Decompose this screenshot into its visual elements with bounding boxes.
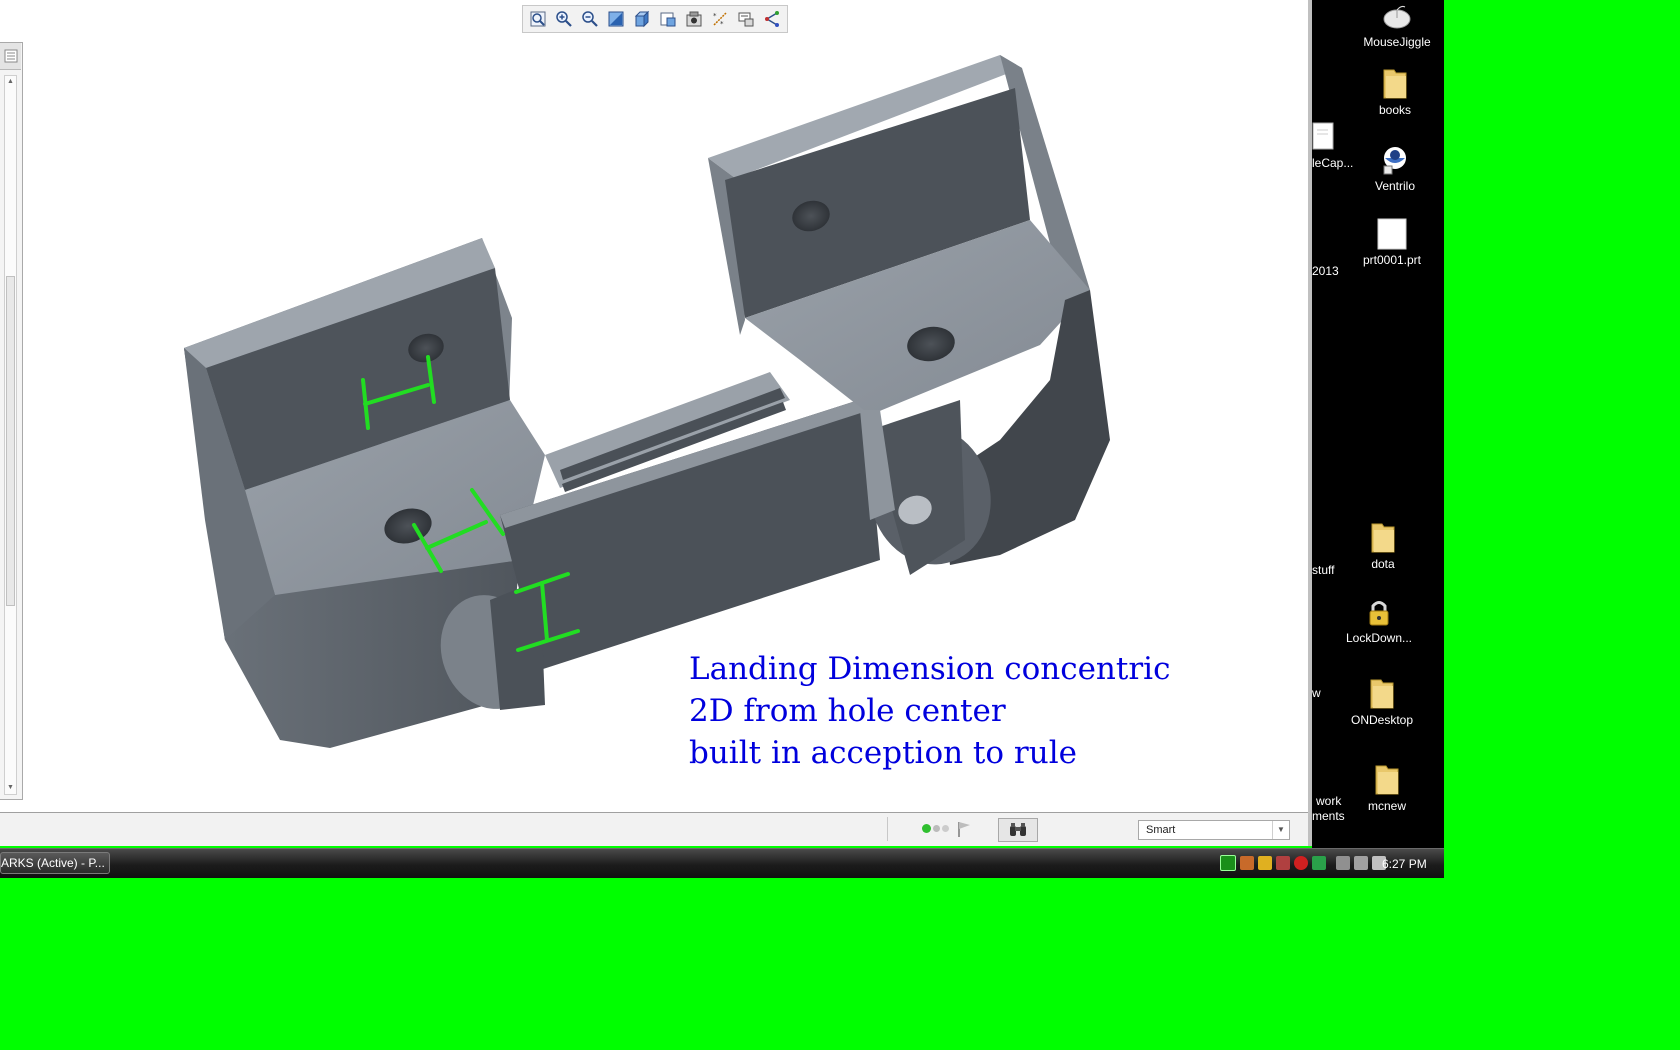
graphics-window[interactable]: * * ▲ ▼ Landing Dimension concentric 2D … [0,0,1312,846]
tray-warning-icon[interactable] [1258,856,1272,870]
tray-network-status-icon[interactable] [1354,856,1368,870]
tray-display-icon[interactable] [1336,856,1350,870]
desktop-icon-label: prt0001.prt [1362,253,1422,267]
folder-icon [1375,765,1399,795]
tray-network-icon[interactable] [1240,856,1254,870]
annotation-line-2: 2D from hole center [689,693,1006,729]
folder-icon [1383,69,1407,99]
regeneration-status-icon [922,824,949,833]
taskbar-clock[interactable]: 6:27 PM [1382,857,1427,871]
partial-label-w: w [1312,686,1321,700]
ventrilo-icon [1383,147,1406,175]
desktop-icon-label: LockDown... [1345,631,1413,645]
desktop-icon-label: MouseJiggle [1363,35,1431,49]
status-light-gray [933,825,940,832]
status-light-green [922,824,931,833]
tray-speaker-alert-icon[interactable] [1276,856,1290,870]
desktop-icon-label: mcnew [1367,799,1406,813]
desktop-icon-label: dota [1371,557,1395,571]
desktop-icon-label: Ventrilo [1374,179,1416,193]
selection-filter-value: Smart [1146,824,1176,836]
document-icon [1377,218,1407,250]
desktop-icon-lockdown[interactable]: LockDown... [1334,598,1424,645]
desktop-icon-mcnew[interactable]: mcnew [1352,762,1422,813]
annotation-line-1: Landing Dimension concentric [689,651,1171,687]
desktop-icon-mousejiggle[interactable]: MouseJiggle [1352,4,1442,49]
partial-label-stuff: stuff [1312,563,1335,577]
desktop-icon-ventrilo[interactable]: Ventrilo [1360,144,1430,193]
desktop-icon-ondesktop[interactable]: ONDesktop [1340,676,1424,727]
desktop-icon-books[interactable]: books [1360,66,1430,117]
desktop-icon-label: books [1378,103,1412,117]
mouse-icon [1383,5,1411,29]
folder-icon [1371,523,1395,553]
taskbar: ARKS (Active) - P... 6:27 PM [0,848,1444,878]
partial-document-icon[interactable] [1312,122,1334,153]
system-tray [1220,855,1386,871]
chevron-down-icon[interactable]: ▼ [1272,821,1289,839]
tray-green-icon[interactable] [1220,855,1236,871]
annotation-note: Landing Dimension concentric 2D from hol… [689,648,1249,774]
taskbar-button-active-window[interactable]: ARKS (Active) - P... [0,852,110,874]
status-divider [887,817,888,841]
partial-label-work: work [1316,794,1342,808]
tray-error-icon[interactable] [1294,856,1308,870]
partial-label-lecap: leCap... [1312,156,1354,170]
document-icon [1312,122,1334,150]
desktop: MouseJiggle books Ventrilo leCap... 2013… [1312,0,1444,848]
status-bar: Smart ▼ [0,812,1310,846]
binoculars-icon [1010,823,1026,836]
desktop-icon-label: ONDesktop [1350,713,1414,727]
desktop-icon-prt0001[interactable]: prt0001.prt [1352,218,1432,267]
tray-check-icon[interactable] [1312,856,1326,870]
status-light-gray-2 [942,825,949,832]
annotation-line-3: built in acception to rule [689,735,1077,771]
folder-icon [1370,679,1394,709]
partial-label-ments: ments [1312,809,1345,823]
selection-filter-dropdown[interactable]: Smart ▼ [1138,820,1290,840]
flag-icon[interactable] [956,820,972,838]
lock-icon [1369,601,1389,626]
find-button[interactable] [998,818,1038,842]
desktop-icon-dota[interactable]: dota [1348,520,1418,571]
partial-label-2013: 2013 [1312,264,1339,278]
